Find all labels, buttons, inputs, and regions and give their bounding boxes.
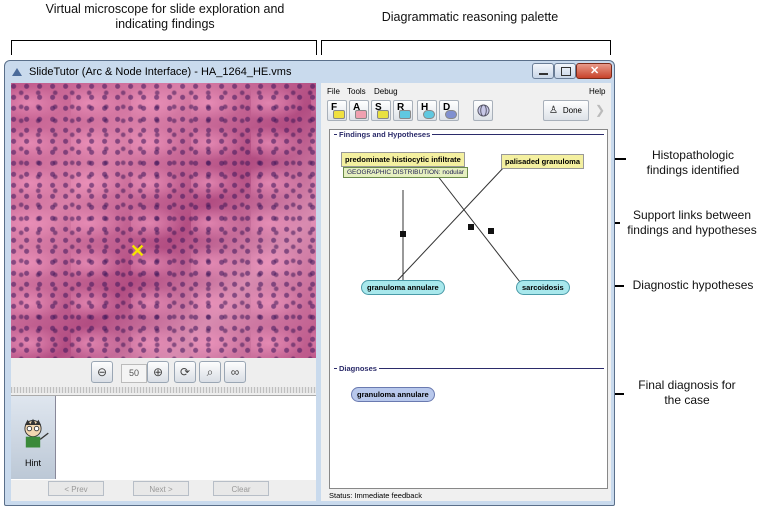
pane-divider[interactable]	[11, 387, 316, 393]
menu-bar: File Tools Debug Help	[321, 85, 611, 99]
microscope-toolbar: ⊖ 50 ⊕ ⟳ ⌕ ∞	[11, 361, 316, 387]
diagnosis-callout: Final diagnosis for the case	[638, 378, 736, 407]
title-bar[interactable]: SlideTutor (Arc & Node Interface) - HA_1…	[5, 61, 614, 83]
clear-button[interactable]: Clear	[213, 481, 269, 496]
rotate-icon: ⟳	[179, 365, 191, 379]
diagnosis-granuloma-annulare[interactable]: granuloma annulare	[351, 387, 435, 402]
palette-caption: Diagrammatic reasoning palette	[381, 10, 559, 24]
diagnoses-section-title: Diagnoses	[337, 364, 379, 373]
diagram-canvas[interactable]: Findings and Hypotheses predominate hist…	[329, 129, 608, 489]
support-icon	[377, 110, 389, 119]
location-marker-icon: ✕	[130, 241, 146, 261]
window-title: SlideTutor (Arc & Node Interface) - HA_1…	[29, 66, 292, 78]
next-button[interactable]: Next >	[133, 481, 189, 496]
support-link-node[interactable]	[400, 231, 406, 237]
menu-debug[interactable]: Debug	[374, 87, 398, 96]
close-icon: ✕	[590, 65, 600, 77]
support-link-node[interactable]	[488, 228, 494, 234]
maximize-button[interactable]	[554, 63, 576, 79]
microscope-pane: ✕ ⊖ 50 ⊕ ⟳ ⌕ ∞ Hint < Prev Next > Clear	[11, 83, 316, 501]
done-button[interactable]: ♙ Done	[543, 100, 589, 121]
tool-refute[interactable]: R	[393, 100, 413, 121]
tool-hypothesis[interactable]: H	[417, 100, 437, 121]
tool-finding[interactable]: F	[327, 100, 347, 121]
app-icon	[12, 68, 22, 76]
findings-callout: Histopathologic findings identified	[646, 148, 740, 177]
attribute-geographic-distribution[interactable]: GEOGRAPHIC DISTRIBUTION: nodular	[343, 167, 469, 178]
tutor-avatar-icon	[24, 418, 49, 448]
hypotheses-callout: Diagnostic hypotheses	[632, 278, 754, 292]
palette-toolbar: F A S R H D ♙ Done ❯	[321, 99, 611, 123]
palette-bracket	[321, 40, 611, 55]
binoculars-button[interactable]: ∞	[224, 361, 246, 383]
magnifier-icon: ⌕	[206, 365, 214, 379]
palette-pane: File Tools Debug Help F A S R H D ♙ Done…	[321, 83, 611, 501]
refute-icon	[399, 110, 411, 119]
search-button[interactable]: ⌕	[199, 361, 221, 383]
tool-absent[interactable]: A	[349, 100, 369, 121]
menu-help[interactable]: Help	[589, 87, 605, 96]
minimize-button[interactable]	[532, 63, 554, 79]
binoculars-icon: ∞	[230, 365, 240, 379]
zoom-in-icon: ⊕	[152, 365, 164, 379]
slide-viewer[interactable]: ✕	[11, 83, 316, 358]
prev-button[interactable]: < Prev	[48, 481, 104, 496]
support-callout: Support links between findings and hypot…	[627, 208, 757, 237]
hypothesis-icon	[423, 110, 435, 119]
slidetutor-window: SlideTutor (Arc & Node Interface) - HA_1…	[4, 60, 615, 506]
zoom-level: 50	[121, 364, 147, 383]
tool-support[interactable]: S	[371, 100, 391, 121]
zoom-out-button[interactable]: ⊖	[91, 361, 113, 383]
finding-histiocytic-infiltrate[interactable]: predominate histiocytic infiltrate	[341, 152, 465, 167]
hint-area: Hint	[11, 395, 316, 480]
hypothesis-granuloma-annulare[interactable]: granuloma annulare	[361, 280, 445, 295]
microscope-caption: Virtual microscope for slide exploration…	[45, 2, 285, 31]
hypothesis-sarcoidosis[interactable]: sarcoidosis	[516, 280, 570, 295]
status-bar: Status: Immediate feedback	[329, 491, 422, 500]
rotate-button[interactable]: ⟳	[174, 361, 196, 383]
diagnosis-icon	[445, 110, 457, 119]
absent-icon	[355, 110, 367, 119]
zoom-out-icon: ⊖	[96, 365, 108, 379]
done-icon: ♙	[549, 105, 558, 116]
support-link-node[interactable]	[468, 224, 474, 230]
finding-icon	[333, 110, 345, 119]
hint-button[interactable]: Hint	[11, 396, 56, 479]
finding-palisaded-granuloma[interactable]: palisaded granuloma	[501, 154, 585, 169]
menu-file[interactable]: File	[327, 87, 340, 96]
next-arrow-icon[interactable]: ❯	[595, 103, 605, 117]
menu-tools[interactable]: Tools	[347, 87, 366, 96]
globe-icon	[477, 104, 490, 117]
tool-globe[interactable]	[473, 100, 493, 121]
tool-diagnosis[interactable]: D	[439, 100, 459, 121]
microscope-bracket	[11, 40, 317, 55]
hint-label: Hint	[24, 458, 41, 468]
zoom-in-button[interactable]: ⊕	[147, 361, 169, 383]
close-button[interactable]: ✕	[576, 63, 612, 79]
